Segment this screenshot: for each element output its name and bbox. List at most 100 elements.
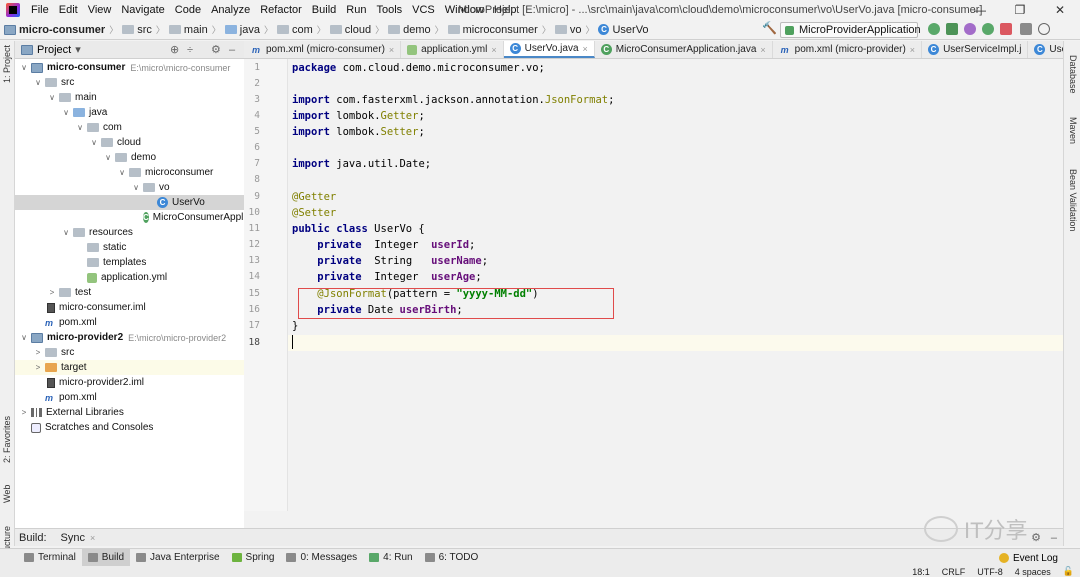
breadcrumb-item[interactable]: C UserVo	[598, 24, 649, 36]
java-enterprise-tool-button[interactable]: Java Enterprise	[130, 549, 225, 567]
profile-icon[interactable]	[982, 23, 994, 35]
tree-item-scratches[interactable]: Scratches and Consoles	[15, 420, 244, 435]
build-tool-button[interactable]: Build	[81, 548, 131, 567]
menu-tools[interactable]: Tools	[371, 0, 407, 20]
tree-item-application-yml[interactable]: application.yml	[15, 270, 244, 285]
chevron-down-icon[interactable]: ∨	[61, 108, 71, 117]
chevron-down-icon[interactable]: ▾	[75, 43, 81, 56]
stop-icon[interactable]	[1000, 23, 1012, 35]
tree-item-main[interactable]: ∨ main	[15, 90, 244, 105]
menu-edit[interactable]: Edit	[54, 0, 83, 20]
chevron-down-icon[interactable]: ∨	[89, 138, 99, 147]
editor-tab[interactable]: C MicroConsumerApplication.java ×	[595, 41, 773, 58]
file-encoding[interactable]: UTF-8	[977, 567, 1003, 577]
rerun-icon[interactable]	[928, 23, 940, 35]
chevron-down-icon[interactable]: ∨	[33, 78, 43, 87]
chevron-right-icon[interactable]: >	[33, 348, 43, 357]
breadcrumb-item[interactable]: src	[122, 24, 152, 36]
tree-item-test[interactable]: > test	[15, 285, 244, 300]
tree-item-micro-consumer[interactable]: ∨ micro-consumer E:\micro\micro-consumer	[15, 60, 244, 75]
editor-tab[interactable]: application.yml ×	[401, 41, 504, 58]
tree-item-target[interactable]: > target	[15, 360, 244, 375]
chevron-right-icon[interactable]: >	[47, 288, 57, 297]
chevron-down-icon[interactable]: ∨	[19, 63, 29, 72]
tree-item-vo[interactable]: ∨ vo	[15, 180, 244, 195]
chevron-down-icon[interactable]: ∨	[61, 228, 71, 237]
project-structure-icon[interactable]	[1020, 23, 1032, 35]
build-hammer-icon[interactable]: 🔨	[762, 22, 777, 34]
chevron-right-icon[interactable]: >	[33, 363, 43, 372]
project-panel-title[interactable]: Project	[37, 44, 71, 56]
chevron-down-icon[interactable]: ∨	[103, 153, 113, 162]
close-icon[interactable]: ×	[389, 45, 394, 55]
hide-icon[interactable]: –	[229, 44, 235, 56]
sync-tab[interactable]: Sync ×	[61, 532, 96, 544]
breadcrumb-item[interactable]: demo	[388, 24, 431, 36]
chevron-right-icon[interactable]: >	[19, 408, 29, 417]
menu-vcs[interactable]: VCS	[407, 0, 440, 20]
run-tool-button[interactable]: 4: Run	[363, 549, 418, 567]
menu-refactor[interactable]: Refactor	[255, 0, 307, 20]
breadcrumb-item[interactable]: cloud	[329, 24, 371, 36]
tree-item-microconsumerapplication[interactable]: C MicroConsumerApplication	[15, 210, 244, 225]
terminal-tool-button[interactable]: Terminal	[18, 549, 82, 567]
chevron-down-icon[interactable]: ∨	[131, 183, 141, 192]
tree-item-static[interactable]: static	[15, 240, 244, 255]
close-icon[interactable]: ×	[760, 45, 765, 55]
close-icon[interactable]: ×	[90, 533, 95, 543]
locate-icon[interactable]: ⊕	[170, 43, 179, 56]
caret-position[interactable]: 18:1	[912, 567, 930, 577]
tree-item-java[interactable]: ∨ java	[15, 105, 244, 120]
tree-item-microconsumer[interactable]: ∨ microconsumer	[15, 165, 244, 180]
close-icon[interactable]: ×	[491, 45, 496, 55]
editor-tab-active[interactable]: C UserVo.java ×	[503, 41, 595, 58]
indent-setting[interactable]: 4 spaces	[1015, 567, 1051, 577]
tree-item-demo[interactable]: ∨ demo	[15, 150, 244, 165]
tree-item-cloud[interactable]: ∨ cloud	[15, 135, 244, 150]
tree-item-src[interactable]: > src	[15, 345, 244, 360]
collapse-icon[interactable]: ÷	[187, 44, 193, 56]
tree-item-src[interactable]: ∨ src	[15, 75, 244, 90]
debug-icon[interactable]	[946, 23, 958, 35]
todo-tool-button[interactable]: 6: TODO	[419, 549, 485, 567]
close-icon[interactable]: ×	[910, 45, 915, 55]
chevron-down-icon[interactable]: ∨	[47, 93, 57, 102]
editor-tab[interactable]: C UserServiceImpl.j	[922, 41, 1029, 58]
menu-code[interactable]: Code	[170, 0, 206, 20]
chevron-down-icon[interactable]: ∨	[19, 333, 29, 342]
tree-item-resources[interactable]: ∨ resources	[15, 225, 244, 240]
bean-validation-tool-tab[interactable]: Bean Validation	[1068, 169, 1078, 231]
tree-item-templates[interactable]: templates	[15, 255, 244, 270]
menu-analyze[interactable]: Analyze	[206, 0, 255, 20]
menu-run[interactable]: Run	[341, 0, 371, 20]
favorites-tool-tab[interactable]: 2: Favorites	[2, 416, 12, 463]
chevron-down-icon[interactable]: ∨	[75, 123, 85, 132]
tree-item-pom-xml[interactable]: m pom.xml	[15, 390, 244, 405]
menu-file[interactable]: File	[26, 0, 54, 20]
editor-tab[interactable]: m pom.xml (micro-provider) ×	[773, 41, 923, 58]
coverage-icon[interactable]	[964, 23, 976, 35]
tree-item-uservo[interactable]: C UserVo	[15, 195, 244, 210]
run-configuration-select[interactable]: MicroProviderApplication▾	[780, 22, 921, 50]
web-tool-tab[interactable]: Web	[2, 485, 12, 503]
lock-icon[interactable]: 🔓	[1063, 566, 1074, 577]
code-editor[interactable]: package com.cloud.demo.microconsumer.vo;…	[288, 59, 1063, 511]
editor-tab[interactable]: m pom.xml (micro-consumer) ×	[244, 41, 402, 58]
close-icon[interactable]: ×	[583, 44, 588, 54]
breadcrumb-item[interactable]: com	[276, 24, 313, 36]
breadcrumb-item[interactable]: micro-consumer	[4, 24, 105, 36]
minimize-button[interactable]: —	[960, 0, 1000, 20]
breadcrumb-item[interactable]: java	[224, 24, 260, 36]
tree-item-micro-consumer-iml[interactable]: micro-consumer.iml	[15, 300, 244, 315]
search-icon[interactable]	[1038, 23, 1050, 35]
tree-item-micro-provider2-iml[interactable]: micro-provider2.iml	[15, 375, 244, 390]
tree-item-pom-xml[interactable]: m pom.xml	[15, 315, 244, 330]
chevron-down-icon[interactable]: ∨	[117, 168, 127, 177]
close-window-button[interactable]: ✕	[1040, 0, 1080, 20]
spring-tool-button[interactable]: Spring	[226, 549, 281, 567]
gear-icon[interactable]: ⚙	[211, 43, 221, 56]
tree-item-com[interactable]: ∨ com	[15, 120, 244, 135]
project-tool-tab[interactable]: 1: Project	[2, 45, 12, 83]
menu-build[interactable]: Build	[307, 0, 341, 20]
tree-item-micro-provider2[interactable]: ∨ micro-provider2 E:\micro\micro-provide…	[15, 330, 244, 345]
